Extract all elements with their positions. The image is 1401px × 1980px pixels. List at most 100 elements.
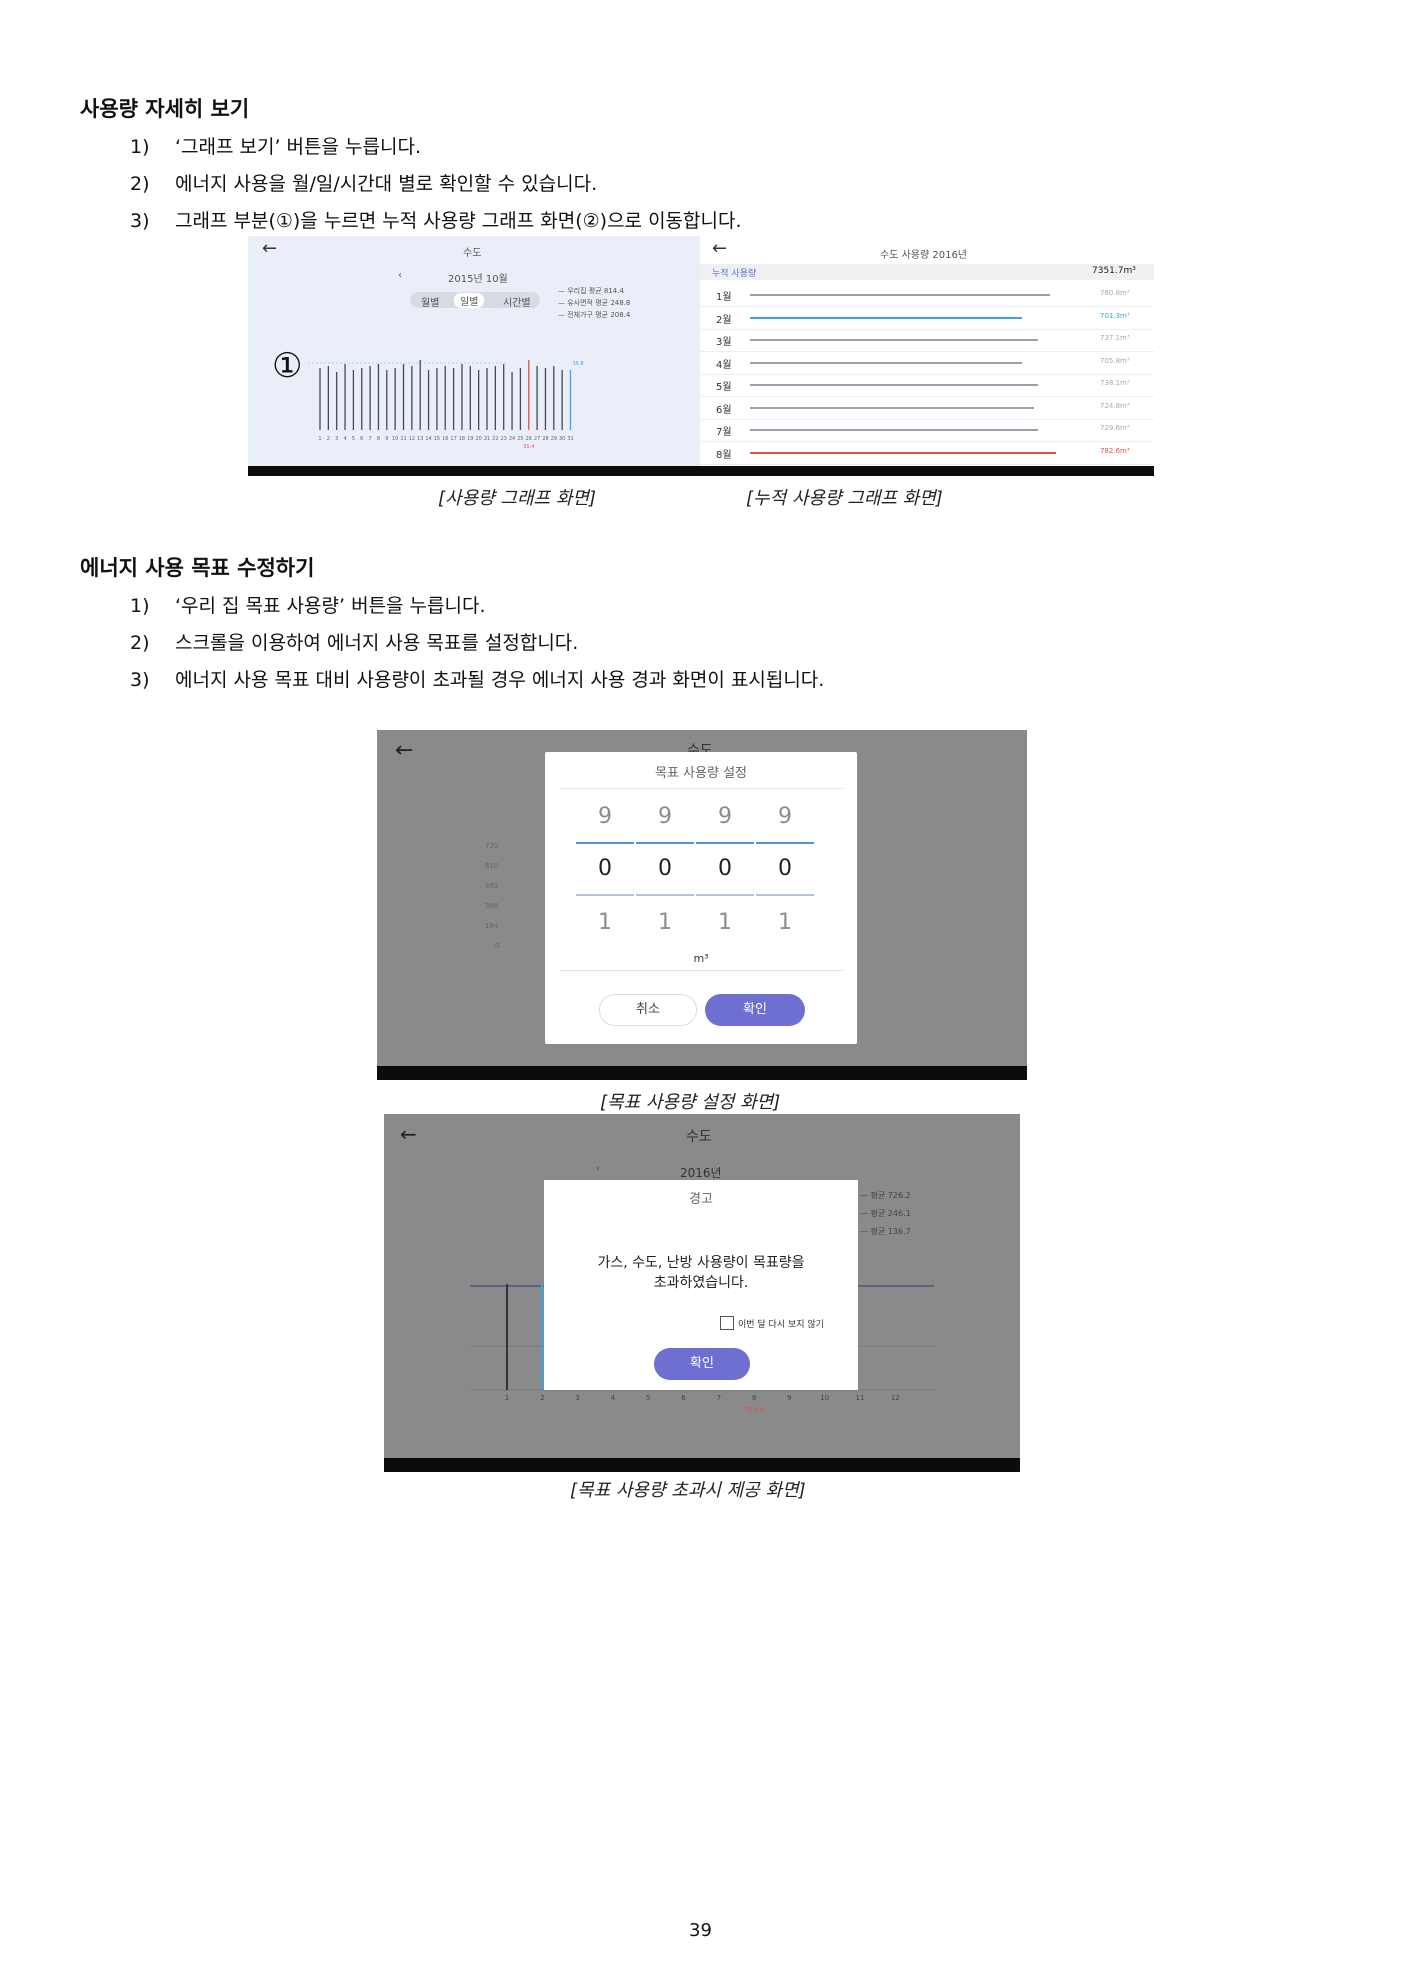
month-value: 760.8m³	[1100, 289, 1130, 297]
month-value: 705.8m³	[1100, 356, 1130, 365]
picker-underline	[576, 894, 634, 896]
usage-bar	[750, 361, 1022, 364]
usage-graph-screenshot: ← 수도 ‹ 2015년 10월 월별 일별 시간별 — 우리집 평균 814.…	[248, 236, 700, 476]
cancel-button[interactable]: 취소	[599, 994, 697, 1026]
tick-label: 6	[360, 436, 363, 442]
caption: [목표 사용량 설정 화면]	[600, 1092, 781, 1113]
tick-label: 3	[335, 436, 338, 442]
warning-message: 가스, 수도, 난방 사용량이 목표량을	[597, 1255, 805, 1271]
tick-label: 25	[517, 436, 523, 442]
month-value: 729.6m³	[1100, 424, 1130, 432]
usage-bar	[750, 451, 1056, 454]
tick-label: 14	[425, 436, 431, 442]
axis-label: 366	[485, 902, 499, 910]
axis-label: 610	[485, 862, 499, 870]
tick-label: 7	[717, 1394, 721, 1402]
month-row[interactable]: 2월 701.3m³	[700, 307, 1154, 330]
picker-digit-upper[interactable]: 9	[695, 804, 755, 829]
dialog-title: 목표 사용량 설정	[655, 766, 747, 781]
confirm-button[interactable]: 확인	[705, 994, 805, 1026]
system-nav-bar	[248, 466, 700, 476]
tick-label: 13	[417, 436, 423, 442]
month-row[interactable]: 3월 737.1m³	[700, 329, 1154, 352]
system-nav-bar	[700, 466, 1154, 476]
confirm-button[interactable]: 확인	[654, 1348, 750, 1380]
picker-digit-upper[interactable]: 9	[635, 804, 695, 829]
tick-label: 16	[442, 436, 448, 442]
month-label: 8월	[716, 449, 732, 461]
month-row[interactable]: 4월 705.8m³	[700, 352, 1154, 375]
picker-digit-selected[interactable]: 0	[755, 856, 815, 881]
tick-label: 29	[551, 436, 557, 442]
tick-label: 26	[526, 436, 532, 442]
picker-digit-selected[interactable]: 0	[575, 856, 635, 881]
page-number: 39	[689, 1920, 712, 1941]
list-item: 2) 스크롤을 이용하여 에너지 사용 목표를 설정합니다.	[130, 632, 579, 654]
tick-label: 15	[434, 436, 440, 442]
tick-label: 28	[542, 436, 548, 442]
picker-underline	[696, 894, 754, 896]
picker-digit-upper[interactable]: 9	[575, 804, 635, 829]
usage-bar	[750, 339, 1038, 341]
picker-digit-lower[interactable]: 1	[635, 910, 695, 935]
month-row[interactable]: 6월 724.8m³	[700, 397, 1154, 420]
tick-label: 30	[559, 436, 565, 442]
month-value: 701.3m³	[1100, 311, 1130, 320]
month-label: 3월	[716, 337, 732, 348]
daily-usage-chart[interactable]: 1 2 3 4 5 6 7 8 9 10 11 12 13 14 15 16 17 18 19 20 21 22 23 24 2…	[248, 236, 700, 476]
arrow-left-icon[interactable]: ←	[395, 738, 413, 763]
data-label: 753.0	[744, 1406, 764, 1414]
tick-label: 5	[352, 436, 355, 442]
tick-label: 21	[484, 436, 490, 442]
month-value: 782.6m³	[1100, 446, 1130, 455]
picker-underline	[636, 894, 694, 896]
caption: [목표 사용량 초과시 제공 화면]	[570, 1480, 806, 1501]
list-item: 3) 그래프 부분(①)을 누르면 누적 사용량 그래프 화면(②)으로 이동합니…	[130, 210, 742, 232]
usage-bar	[750, 316, 1022, 319]
tick-label: 10	[392, 436, 398, 442]
tick-label: 22	[492, 436, 498, 442]
month-value: 724.8m³	[1100, 401, 1130, 410]
month-row[interactable]: 7월 729.6m³	[700, 419, 1154, 442]
system-nav-bar	[377, 1066, 1027, 1080]
cumulative-graph-screenshot: ← 수도 사용량 2016년 누적 사용량 7351.7m³ 1월 760.8m³…	[700, 236, 1154, 476]
dialog-title: 경고	[689, 1192, 713, 1207]
tick-label: 8	[377, 436, 380, 442]
tick-label: 31	[567, 436, 573, 442]
month-row[interactable]: 8월 782.6m³	[700, 442, 1154, 465]
section-title-usage-detail: 사용량 자세히 보기	[80, 97, 250, 121]
data-label: 35.8	[573, 361, 584, 367]
tick-label: 12	[409, 436, 415, 442]
month-row[interactable]: 1월 760.8m³	[700, 284, 1154, 307]
picker-digit-selected[interactable]: 0	[695, 856, 755, 881]
picker-digit-lower[interactable]: 1	[575, 910, 635, 935]
target-setting-screenshot: ← 수도 720 610 483 366 184 0 목표 사용량 설정 999…	[377, 730, 1027, 1080]
divider	[559, 970, 843, 971]
axis-label: 0	[495, 942, 500, 950]
dont-show-checkbox[interactable]	[720, 1316, 734, 1330]
usage-bar	[750, 384, 1038, 386]
month-value: 737.1m³	[1100, 334, 1130, 342]
tick-label: 23	[501, 436, 507, 442]
screen-title: 수도 사용량 2016년	[880, 250, 968, 261]
total-row	[700, 264, 1154, 280]
tick-label: 7	[369, 436, 372, 442]
axis-label: 720	[485, 842, 499, 850]
tick-label: 24	[509, 436, 515, 442]
tick-label: 11	[400, 436, 406, 442]
month-row[interactable]: 5월 738.1m³	[700, 374, 1154, 397]
tick-label: 18	[459, 436, 465, 442]
picker-digit-lower[interactable]: 1	[755, 910, 815, 935]
month-label: 7월	[716, 427, 732, 438]
picker-digit-selected[interactable]: 0	[635, 856, 695, 881]
target-dialog: 목표 사용량 설정 999900001111 m³ 취소 확인	[545, 752, 857, 1044]
list-item: 2) 에너지 사용을 월/일/시간대 별로 확인할 수 있습니다.	[130, 173, 598, 195]
tick-label: 5	[646, 1394, 650, 1402]
picker-digit-upper[interactable]: 9	[755, 804, 815, 829]
picker-digit-lower[interactable]: 1	[695, 910, 755, 935]
month-label: 4월	[716, 359, 732, 371]
arrow-left-icon[interactable]: ←	[712, 238, 727, 259]
tick-label: 9	[385, 436, 388, 442]
caption: [사용량 그래프 화면]	[438, 488, 596, 509]
tick-label: 11	[856, 1394, 865, 1402]
